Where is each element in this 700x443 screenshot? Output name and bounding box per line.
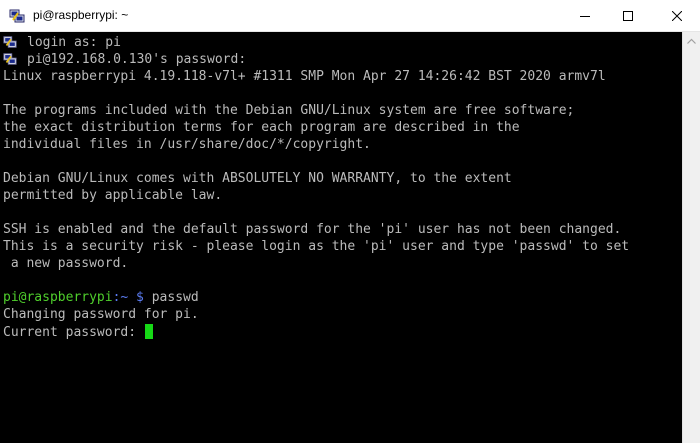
password-prompt: Current password:	[3, 325, 144, 340]
vertical-scrollbar[interactable]	[682, 32, 700, 443]
terminal-line: Debian GNU/Linux comes with ABSOLUTELY N…	[3, 171, 512, 186]
terminal-line: pi@192.168.0.130's password:	[27, 52, 247, 67]
scroll-up-button[interactable]	[683, 32, 700, 49]
terminal-line: permitted by applicable law.	[3, 188, 223, 203]
prompt-user-host: pi@raspberrypi	[3, 290, 113, 305]
putty-icon	[9, 9, 25, 23]
maximize-button[interactable]	[605, 0, 651, 32]
terminal-screen[interactable]: login as: pi pi@192.168.0.130's password…	[0, 32, 682, 443]
input-line[interactable]: Current password:	[3, 324, 153, 340]
terminal-line: the exact distribution terms for each pr…	[3, 120, 520, 135]
terminal-line: a new password.	[3, 256, 129, 271]
close-button[interactable]	[654, 0, 700, 32]
maximize-icon	[623, 11, 633, 21]
prompt-command: passwd	[151, 290, 199, 305]
terminal-line: individual files in /usr/share/doc/*/cop…	[3, 137, 371, 152]
close-icon	[672, 11, 682, 21]
terminal-line: This is a security risk - please login a…	[3, 239, 630, 254]
terminal-line: SSH is enabled and the default password …	[3, 222, 622, 237]
minimize-button[interactable]	[562, 0, 608, 32]
minimize-icon	[580, 16, 590, 17]
terminal-line: login as: pi	[27, 35, 121, 50]
putty-icon	[3, 53, 17, 65]
putty-icon	[3, 36, 17, 48]
window-title: pi@raspberrypi: ~	[33, 8, 129, 22]
terminal-line: The programs included with the Debian GN…	[3, 103, 575, 118]
text-cursor	[144, 324, 153, 339]
prompt-line: pi@raspberrypi:~ $ passwd	[3, 290, 199, 306]
chevron-up-icon	[687, 38, 696, 44]
terminal-line: Linux raspberrypi 4.19.118-v7l+ #1311 SM…	[3, 69, 606, 84]
prompt-path: :~ $	[112, 290, 144, 305]
title-bar[interactable]: pi@raspberrypi: ~	[0, 0, 700, 32]
terminal-line: Changing password for pi.	[3, 307, 199, 322]
